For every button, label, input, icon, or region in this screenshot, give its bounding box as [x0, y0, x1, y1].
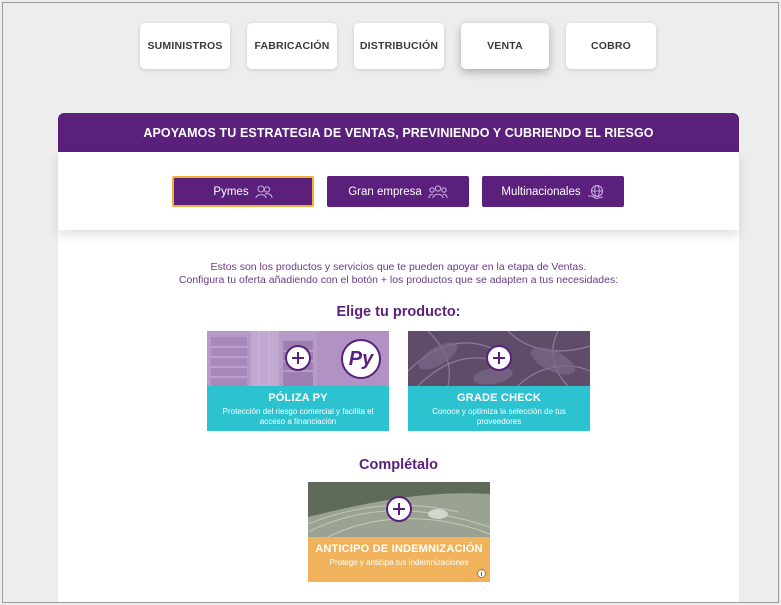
segment-label: Pymes [213, 185, 249, 198]
segment-selector: Pymes Gran empresa Multinacionales [58, 152, 739, 230]
globe-hand-icon [587, 184, 605, 200]
grade-check-image [408, 331, 590, 386]
add-anticipo-button[interactable] [386, 496, 412, 522]
anticipo-image [308, 482, 490, 537]
anticipo-body: ANTICIPO DE INDEMNIZACIÓN Protege y anti… [308, 537, 490, 582]
add-grade-check-button[interactable] [486, 345, 512, 371]
poliza-py-body: PÓLIZA PY Protección del riesgo comercia… [207, 386, 389, 431]
intro-line-2: Configura tu oferta añadiendo con el bot… [178, 274, 619, 286]
plus-icon [292, 352, 304, 364]
segment-gran-empresa[interactable]: Gran empresa [327, 176, 469, 207]
stage-tabs: SUMINISTROS FABRICACIÓN DISTRIBUCIÓN VEN… [140, 23, 656, 69]
intro-text: Estos son los productos y servicios que … [58, 261, 739, 287]
product-name: ANTICIPO DE INDEMNIZACIÓN [315, 543, 483, 555]
tab-cobro[interactable]: COBRO [566, 23, 656, 69]
product-card-grade-check[interactable]: GRADE CHECK Conoce y optimiza la selecci… [408, 331, 590, 431]
plus-icon [493, 352, 505, 364]
add-poliza-py-button[interactable] [285, 345, 311, 371]
segment-label: Multinacionales [501, 185, 581, 198]
grade-check-body: GRADE CHECK Conoce y optimiza la selecci… [408, 386, 590, 431]
tab-fabricacion[interactable]: FABRICACIÓN [247, 23, 337, 69]
plus-icon [393, 503, 405, 515]
intro-line-1: Estos son los productos y servicios que … [210, 261, 587, 273]
py-logo: Py [341, 339, 381, 379]
tab-suministros[interactable]: SUMINISTROS [140, 23, 230, 69]
segment-label: Gran empresa [348, 185, 422, 198]
group-icon [428, 184, 448, 199]
segment-pymes[interactable]: Pymes [172, 176, 314, 207]
info-icon[interactable]: i [477, 569, 486, 578]
product-description: Conoce y optimiza la selección de tus pr… [432, 407, 566, 426]
tab-venta[interactable]: VENTA [461, 23, 549, 69]
product-description: Protección del riesgo comercial y facili… [222, 407, 374, 426]
poliza-py-image: Py [207, 331, 389, 386]
panel-title: APOYAMOS TU ESTRATEGIA DE VENTAS, PREVIN… [58, 113, 739, 152]
complement-card-anticipo[interactable]: ANTICIPO DE INDEMNIZACIÓN Protege y anti… [308, 482, 490, 582]
complete-title: Complétalo [359, 457, 438, 473]
segment-multinacionales[interactable]: Multinacionales [482, 176, 624, 207]
product-description: Protege y anticipa tus indemnizaciones [329, 558, 469, 567]
page-frame: SUMINISTROS FABRICACIÓN DISTRIBUCIÓN VEN… [2, 2, 779, 603]
product-card-poliza-py[interactable]: Py PÓLIZA PY Protección del riesgo comer… [207, 331, 389, 431]
product-name: GRADE CHECK [456, 392, 542, 404]
main-panel: APOYAMOS TU ESTRATEGIA DE VENTAS, PREVIN… [58, 113, 739, 602]
users-icon [255, 184, 273, 199]
tab-distribucion[interactable]: DISTRIBUCIÓN [354, 23, 444, 69]
choose-product-title: Elige tu producto: [336, 304, 461, 320]
product-name: PÓLIZA PY [268, 392, 328, 404]
